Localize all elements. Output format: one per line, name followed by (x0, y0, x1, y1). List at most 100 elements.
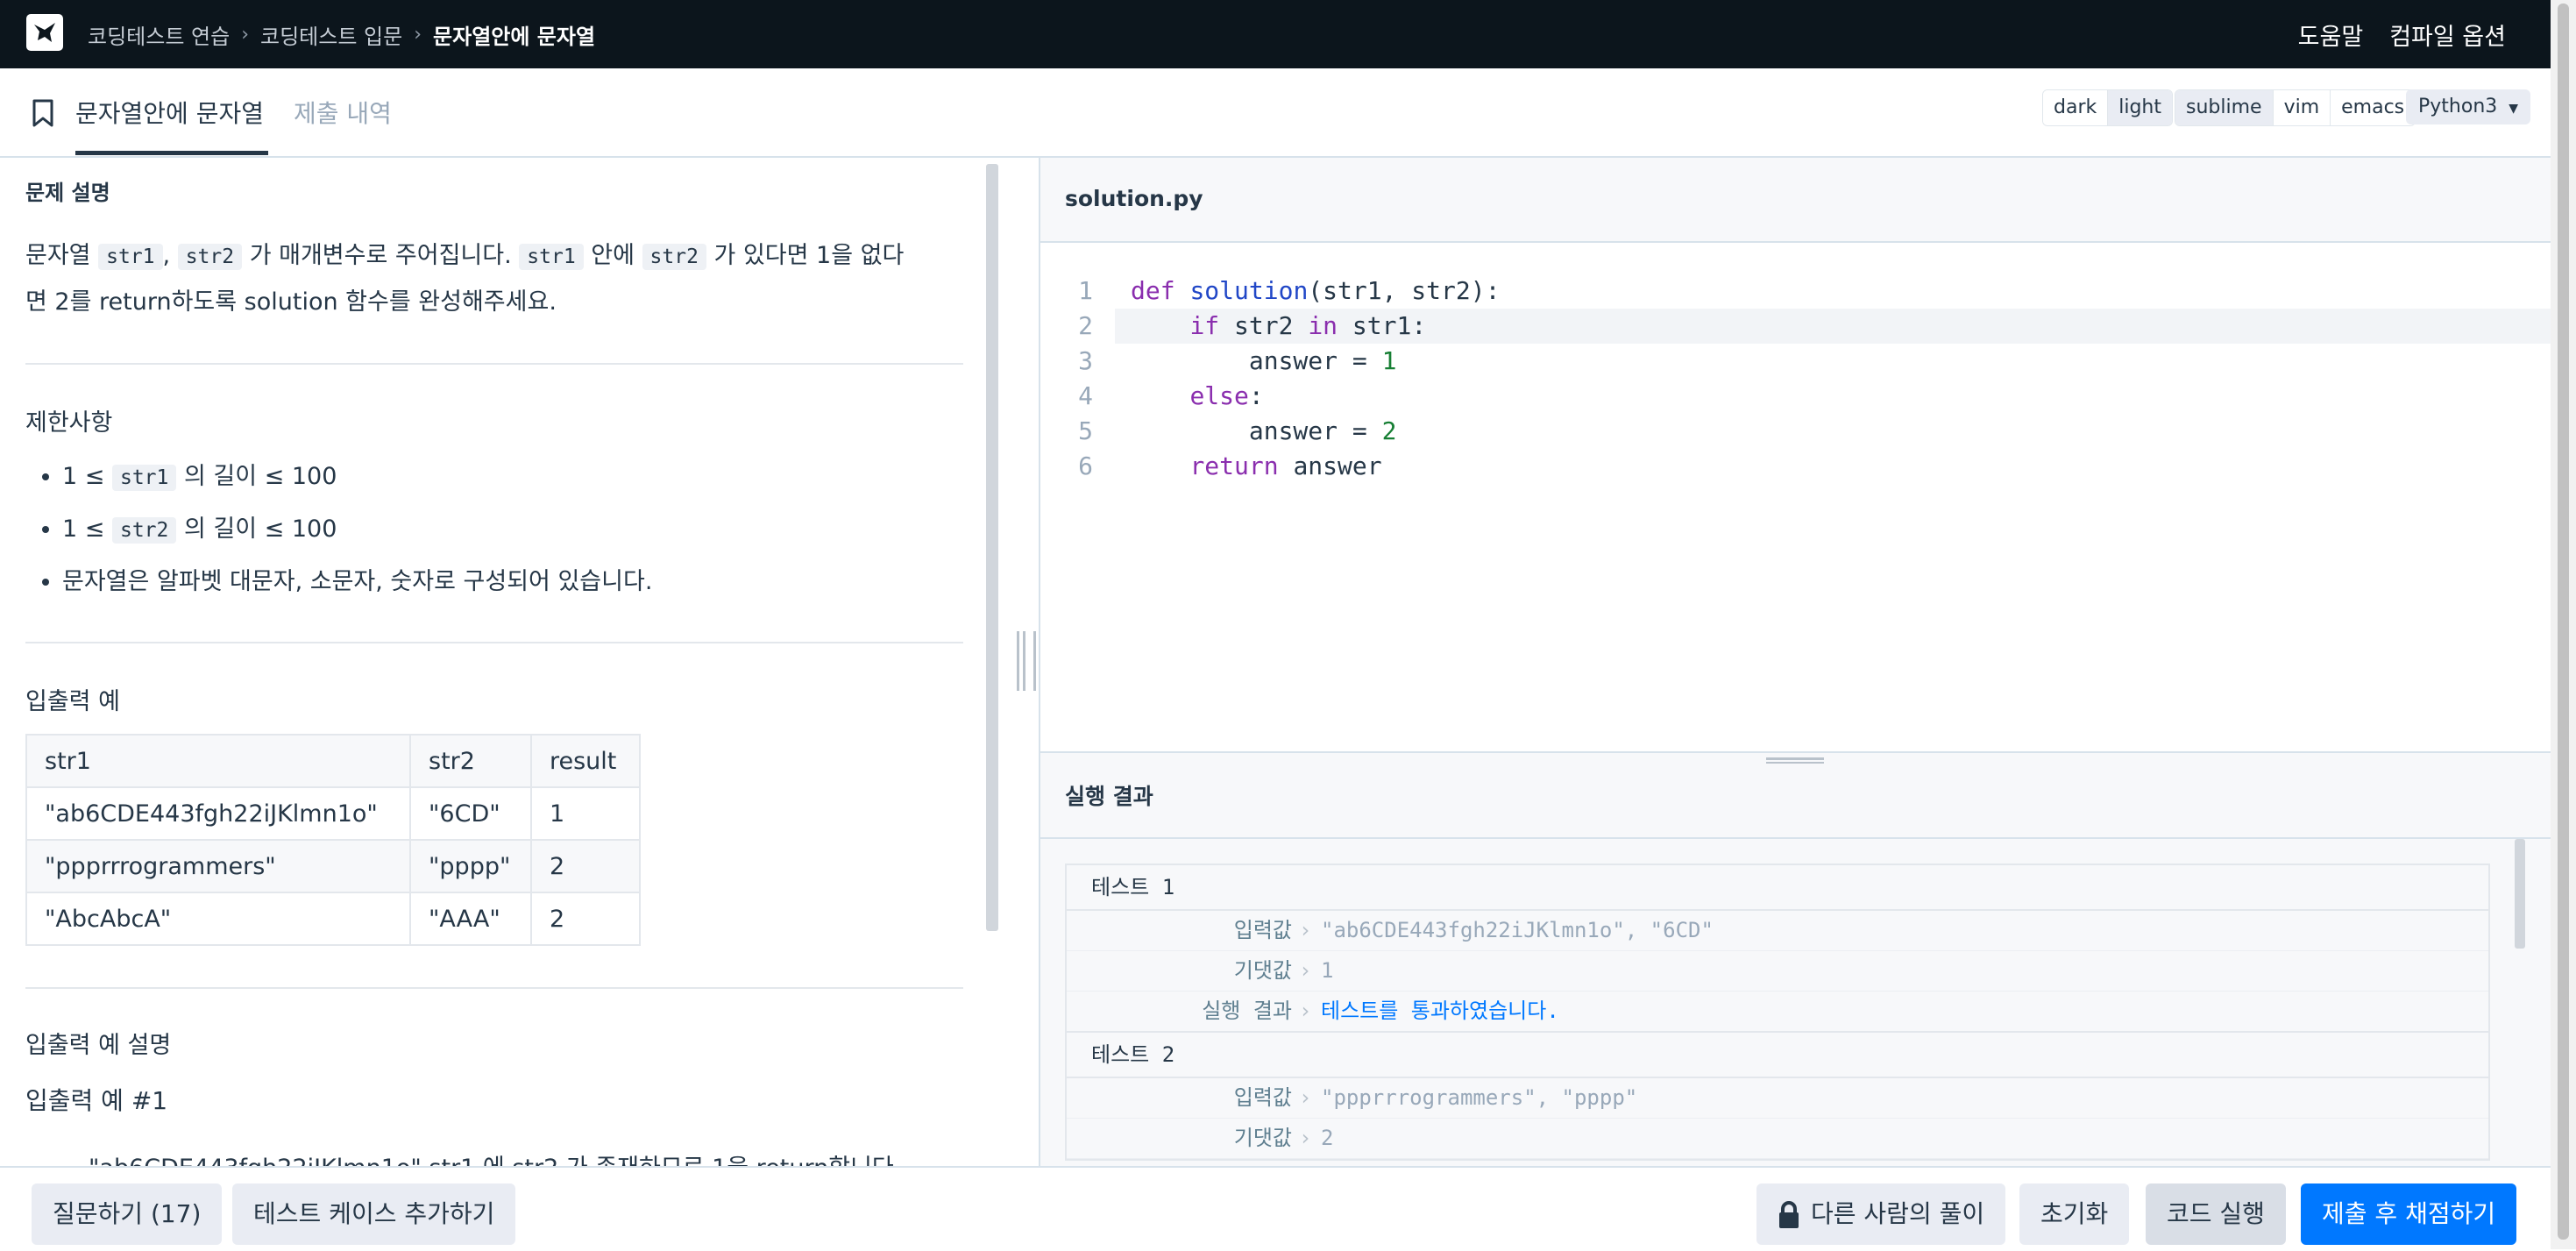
divider (25, 642, 963, 643)
test-row: 입력값 › "ppprrrogrammers", "pppp" (1067, 1078, 2488, 1119)
file-name: solution.py (1065, 186, 1203, 211)
result-title: 실행 결과 (1065, 784, 1153, 809)
language-label: Python3 (2418, 96, 2498, 117)
problem-panel: 문제 설명 문자열 str1, str2 가 매개변수로 주어집니다. str1… (0, 158, 982, 1166)
line-number: 1 (1078, 276, 1093, 305)
code-line[interactable]: answer = 1 (1131, 344, 1397, 379)
test-row: 기댓값 › 1 (1067, 951, 2488, 992)
desc-text: 문자열 (25, 242, 91, 269)
explanation-title: 입출력 예 설명 (25, 1032, 172, 1059)
lock-icon (1779, 1201, 1799, 1228)
test-label: 입력값 (1233, 918, 1292, 942)
table-cell: 1 (530, 786, 641, 841)
code-line[interactable]: answer = 2 (1131, 414, 1397, 449)
explanation-subtitle: 입출력 예 #1 (25, 1086, 168, 1115)
test-label: 기댓값 (1233, 958, 1292, 983)
top-nav: 코딩테스트 연습 › 코딩테스트 입문 › 문자열안에 문자열 도움말 컴파일 … (0, 0, 2576, 68)
tab-row: 문자열안에 문자열 제출 내역 dark light sublime vim e… (0, 68, 2551, 158)
breadcrumb-item-intro[interactable]: 코딩테스트 입문 (260, 19, 402, 50)
examples-table: str1 str2 result "ab6CDE443fgh22iJKlmn1o… (25, 734, 641, 946)
constraints-title: 제한사항 (25, 409, 113, 437)
line-number: 3 (1078, 346, 1093, 375)
breadcrumb-item-practice[interactable]: 코딩테스트 연습 (88, 19, 230, 50)
table-cell: "AbcAbcA" (25, 892, 411, 946)
panel-resize-handle[interactable] (1017, 158, 1041, 1166)
reset-button[interactable]: 초기화 (2019, 1183, 2130, 1245)
chevron-right-icon: › (1299, 958, 1312, 983)
programmers-logo-icon[interactable] (26, 14, 63, 51)
code-str1: str1 (519, 244, 584, 270)
desc-text: 가 있다면 1을 없다 (713, 242, 905, 269)
theme-dark-button[interactable]: dark (2043, 90, 2109, 125)
caret-down-icon: ▼ (2509, 102, 2519, 116)
constraint-text: 의 길이 ≤ 100 (183, 515, 337, 543)
examples-title: 입출력 예 (25, 688, 120, 715)
chevron-right-icon: › (1299, 1126, 1312, 1150)
test-value: "ppprrrogrammers", "pppp" (1321, 1085, 1638, 1110)
result-scrollbar[interactable] (2515, 839, 2525, 949)
desc-text: 안에 (591, 242, 635, 269)
keymap-emacs-button[interactable]: emacs (2331, 90, 2416, 125)
active-tab-indicator (75, 151, 268, 155)
table-cell: "ab6CDE443fgh22iJKlmn1o" (25, 786, 411, 841)
test-label: 기댓값 (1233, 1126, 1292, 1150)
code-line[interactable]: if str2 in str1: (1131, 309, 1426, 344)
ask-question-button[interactable]: 질문하기 (17) (32, 1183, 223, 1245)
submit-button[interactable]: 제출 후 채점하기 (2301, 1183, 2517, 1245)
chevron-right-icon: › (414, 23, 422, 46)
page-scrollbar[interactable] (2551, 0, 2576, 1249)
constraints-list: 1 ≤ str1 의 길이 ≤ 100 1 ≤ str2 의 길이 ≤ 100 … (25, 451, 652, 608)
add-testcase-button[interactable]: 테스트 케이스 추가하기 (232, 1183, 516, 1245)
code-str2: str2 (177, 244, 243, 270)
breadcrumb: 코딩테스트 연습 › 코딩테스트 입문 › 문자열안에 문자열 (88, 0, 595, 68)
constraint-text: 1 ≤ (62, 463, 105, 490)
test-name: 테스트 2 (1067, 1033, 2488, 1078)
table-cell: "6CD" (409, 786, 532, 841)
table-row: "AbcAbcA" "AAA" 2 (25, 892, 641, 946)
problem-scrollbar[interactable] (986, 164, 998, 931)
table-cell: "pppp" (409, 839, 532, 893)
theme-light-button[interactable]: light (2108, 90, 2172, 125)
keymap-vim-button[interactable]: vim (2273, 90, 2331, 125)
line-number: 2 (1078, 311, 1093, 340)
table-row: "ab6CDE443fgh22iJKlmn1o" "6CD" 1 (25, 786, 641, 841)
others-solution-button[interactable]: 다른 사람의 풀이 (1756, 1183, 2006, 1245)
line-number: 4 (1078, 381, 1093, 410)
bookmark-icon[interactable] (30, 98, 56, 128)
chevron-right-icon: › (1299, 999, 1312, 1023)
divider (25, 987, 963, 989)
editor-result-resize-handle[interactable] (1040, 751, 2551, 771)
test-results: 테스트 1 입력값 › "ab6CDE443fgh22iJKlmn1o", "6… (1065, 864, 2490, 1161)
line-number: 5 (1078, 416, 1093, 445)
constraint-text: 1 ≤ (62, 515, 105, 543)
language-select[interactable]: Python3 ▼ (2406, 89, 2531, 124)
table-cell: "ppprrrogrammers" (25, 839, 411, 893)
run-code-button[interactable]: 코드 실행 (2146, 1183, 2286, 1245)
column-header: result (530, 734, 641, 788)
table-header-row: str1 str2 result (25, 734, 641, 788)
test-pass-message: 테스트를 통과하였습니다. (1321, 999, 1559, 1023)
result-header: 실행 결과 (1040, 767, 2551, 839)
desc-text: 면 2를 return하도록 solution 함수를 완성해주세요. (25, 288, 557, 316)
breadcrumb-item-current: 문자열안에 문자열 (433, 24, 596, 49)
compile-options-link[interactable]: 컴파일 옵션 (2389, 18, 2506, 52)
help-link[interactable]: 도움말 (2298, 18, 2364, 52)
tab-submissions[interactable]: 제출 내역 (294, 95, 392, 130)
code-line[interactable]: return answer (1131, 449, 1381, 484)
test-label: 실행 결과 (1202, 999, 1292, 1023)
code-str2: str2 (642, 244, 706, 270)
code-line[interactable]: def solution(str1, str2): (1131, 274, 1500, 309)
chevron-right-icon: › (241, 23, 250, 46)
table-cell: "AAA" (409, 892, 532, 946)
bottom-action-bar: 질문하기 (17) 테스트 케이스 추가하기 다른 사람의 풀이 초기화 코드 … (0, 1166, 2551, 1251)
column-header: str2 (409, 734, 532, 788)
code-editor[interactable]: 1 2 3 4 5 6 def solution(str1, str2): if… (1040, 243, 2552, 751)
code-line[interactable]: else: (1131, 379, 1263, 414)
chevron-right-icon: › (1299, 1085, 1312, 1110)
keymap-sublime-button[interactable]: sublime (2175, 90, 2274, 125)
table-cell: 2 (530, 839, 641, 893)
list-item: 문자열은 알파벳 대문자, 소문자, 숫자로 구성되어 있습니다. (62, 556, 652, 608)
code-str1: str1 (111, 465, 177, 491)
tab-problem[interactable]: 문자열안에 문자열 (75, 95, 264, 130)
test-name: 테스트 1 (1067, 865, 2488, 911)
